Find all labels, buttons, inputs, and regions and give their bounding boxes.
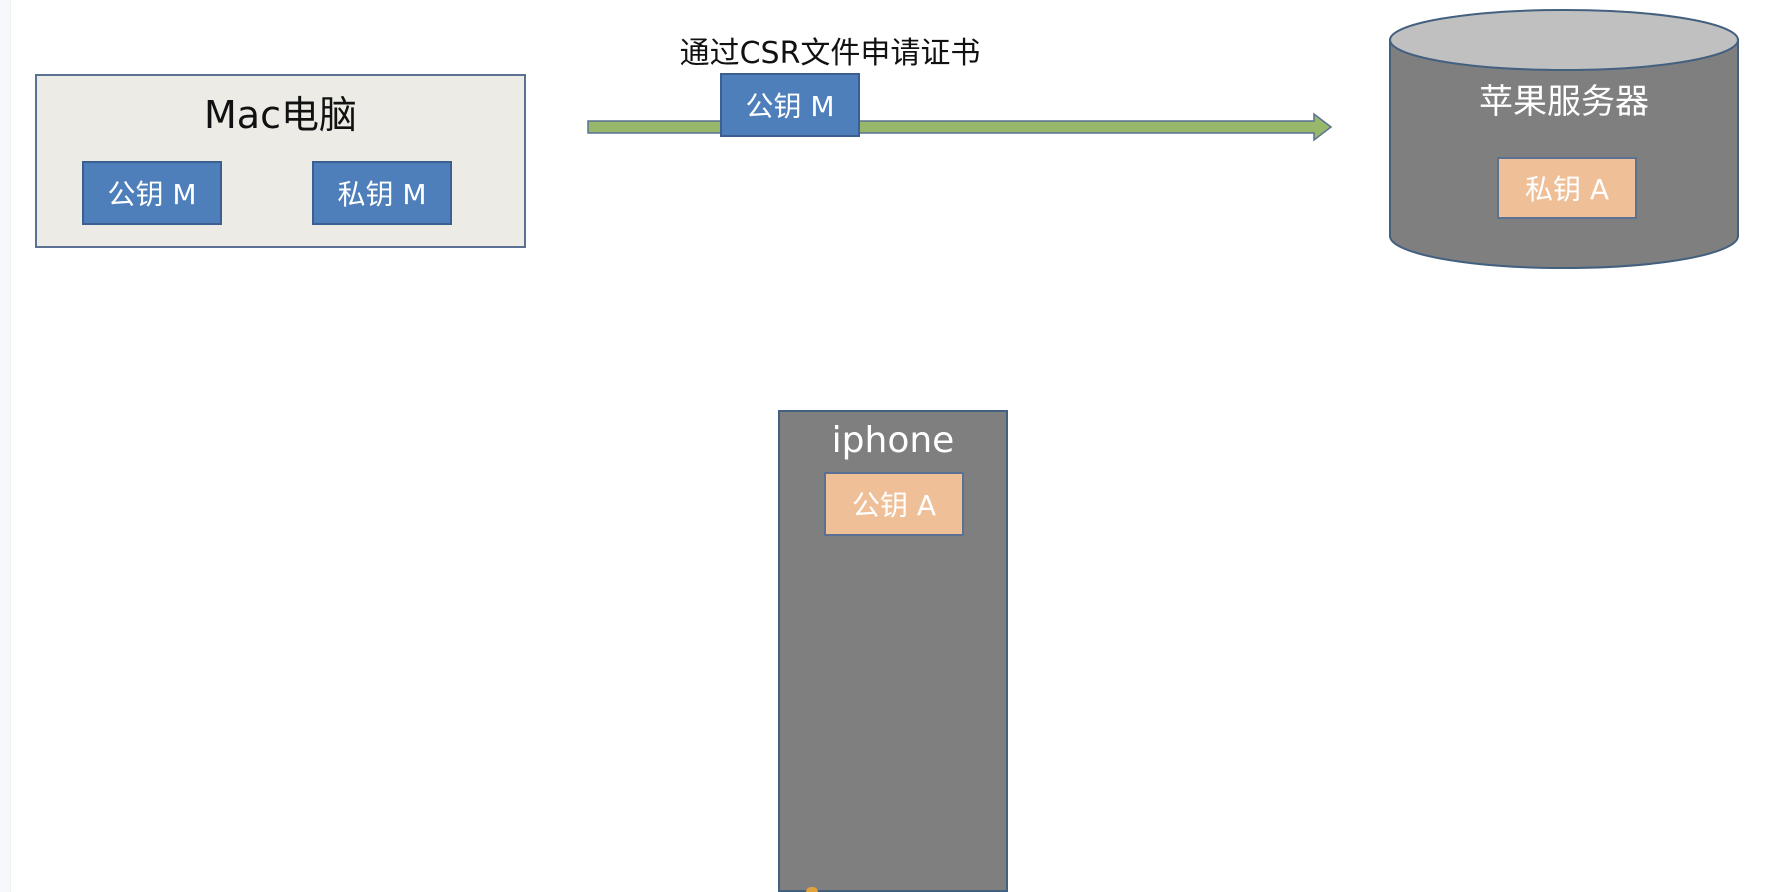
transfer-public-key: 公钥 M [720, 73, 860, 137]
mac-public-key: 公钥 M [82, 161, 222, 225]
server-cylinder-top [1389, 9, 1739, 71]
left-page-edge [0, 0, 11, 892]
mac-computer-title: Mac电脑 [204, 93, 357, 137]
iphone-public-key: 公钥 A [824, 472, 964, 536]
iphone-title: iphone [831, 420, 955, 461]
connector-mark [806, 887, 818, 892]
apple-server-cylinder [1389, 9, 1739, 269]
server-private-key: 私钥 A [1497, 157, 1637, 219]
transfer-label: 通过CSR文件申请证书 [679, 36, 981, 71]
apple-server-title: 苹果服务器 [1479, 82, 1649, 122]
iphone-box: iphone 公钥 A [778, 410, 1008, 892]
transfer-arrow [587, 112, 1333, 142]
mac-computer-box: Mac电脑 公钥 M 私钥 M [35, 74, 526, 248]
mac-private-key: 私钥 M [312, 161, 452, 225]
transfer-arrow-shape [587, 112, 1333, 142]
